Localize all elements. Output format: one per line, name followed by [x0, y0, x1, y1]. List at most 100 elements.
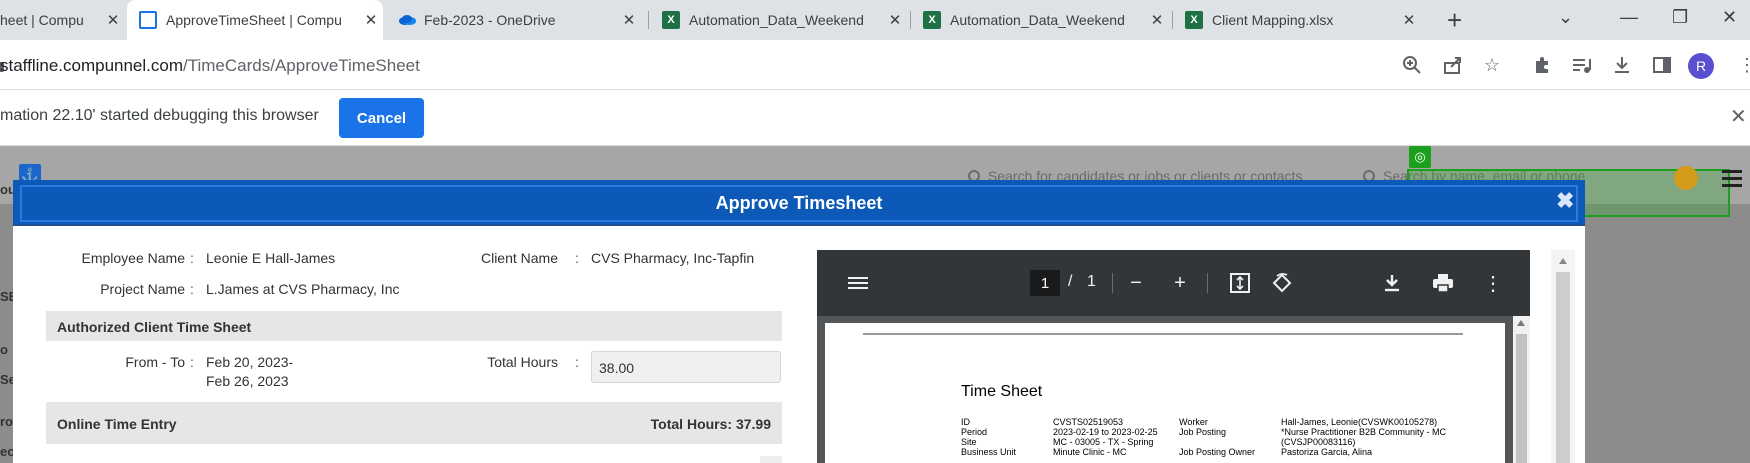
- pdf-document-title: Time Sheet: [961, 383, 1043, 400]
- project-name-value: L.James at CVS Pharmacy, Inc: [206, 281, 400, 297]
- browser-tab[interactable]: X Automation_Data_Weekend ✕: [662, 0, 907, 40]
- tab-title: Automation_Data_Weekend: [950, 12, 1125, 28]
- browser-menu-icon[interactable]: ⋮: [1735, 53, 1750, 77]
- pdf-field-label: Business Unit: [961, 447, 1017, 457]
- zoom-in-icon[interactable]: +: [1168, 271, 1192, 295]
- browser-tab[interactable]: X Automation_Data_Weekend ✕: [923, 0, 1169, 40]
- close-tab-icon[interactable]: ✕: [1145, 11, 1169, 29]
- section-title: Authorized Client Time Sheet: [57, 319, 252, 335]
- new-tab-icon[interactable]: +: [1447, 6, 1462, 34]
- tab-separator: [648, 11, 649, 29]
- from-to-label: From - To: [125, 354, 185, 370]
- excel-icon: X: [1185, 11, 1203, 29]
- debugging-message: mation 22.10' started debugging this bro…: [0, 107, 319, 124]
- download-icon[interactable]: [1610, 53, 1634, 77]
- close-infobar-icon[interactable]: ✕: [1730, 104, 1747, 129]
- debugging-info-bar: mation 22.10' started debugging this bro…: [0, 90, 1750, 146]
- share-icon[interactable]: [1441, 53, 1465, 77]
- modal-header: Approve Timesheet ✖: [13, 180, 1585, 226]
- zoom-out-icon[interactable]: −: [1124, 271, 1148, 295]
- pdf-scrollbar[interactable]: [1513, 316, 1530, 463]
- close-tab-icon[interactable]: ✕: [617, 11, 641, 29]
- tab-separator: [910, 11, 911, 29]
- online-time-entry-section: Online Time Entry Total Hours: 37.99: [46, 402, 782, 444]
- pdf-field-label: Job Posting Owner: [1179, 447, 1256, 457]
- browser-tab-strip: heet | Compu ✕ ApproveTimeSheet | Compu …: [0, 0, 1750, 40]
- browser-tab-active[interactable]: ApproveTimeSheet | Compu ✕: [127, 0, 383, 40]
- pdf-field-value: Hall-James, Leonie(CVSWK00105278): [1281, 417, 1438, 427]
- address-bar: staffline.compunnel.com/TimeCards/Approv…: [0, 40, 1750, 90]
- hamburger-menu-icon[interactable]: [1722, 170, 1742, 191]
- print-icon[interactable]: [1431, 271, 1455, 295]
- pdf-field-value: 2023-02-19 to 2023-02-25: [1053, 427, 1158, 437]
- bookmark-star-icon[interactable]: ☆: [1480, 53, 1504, 77]
- side-panel-icon[interactable]: [1650, 53, 1674, 77]
- fit-page-icon[interactable]: [1228, 271, 1252, 295]
- collapsed-control: [760, 456, 782, 463]
- onedrive-icon: [397, 11, 416, 29]
- pdf-total-pages: 1: [1087, 273, 1096, 290]
- pdf-field-value: Minute Clinic - MC: [1053, 447, 1127, 457]
- zoom-icon[interactable]: [1400, 53, 1424, 77]
- colon: :: [190, 250, 194, 266]
- url-field[interactable]: staffline.compunnel.com/TimeCards/Approv…: [0, 56, 420, 76]
- pdf-page-rule: [863, 333, 1463, 335]
- total-hours-field[interactable]: 38.00: [591, 351, 781, 383]
- pdf-menu-icon[interactable]: [846, 271, 870, 295]
- pdf-scrollbar-thumb[interactable]: [1516, 334, 1527, 463]
- sign-in-icon[interactable]: [1674, 166, 1698, 190]
- cancel-debugging-button[interactable]: Cancel: [339, 98, 424, 138]
- pdf-field-label: Site: [961, 437, 977, 447]
- total-hours-label: Total Hours: [487, 354, 558, 370]
- pdf-field-value: CVSTS02519053: [1053, 417, 1124, 427]
- scroll-up-arrow-icon[interactable]: [1517, 320, 1525, 326]
- pdf-page-separator: /: [1068, 273, 1073, 290]
- tab-title: ApproveTimeSheet | Compu: [166, 12, 342, 28]
- modal-title: Approve Timesheet: [715, 193, 883, 213]
- close-tab-icon[interactable]: ✕: [101, 11, 125, 29]
- tab-title: Client Mapping.xlsx: [1212, 12, 1334, 28]
- project-name-label: Project Name: [100, 281, 185, 297]
- rotate-icon[interactable]: [1270, 271, 1294, 295]
- colon: :: [575, 354, 579, 370]
- browser-tab[interactable]: Feb-2023 - OneDrive ✕: [397, 0, 641, 40]
- minimize-icon[interactable]: —: [1620, 7, 1638, 28]
- client-name-value: CVS Pharmacy, Inc-Tapfin: [591, 250, 755, 266]
- target-icon: ◎: [1409, 146, 1431, 168]
- extensions-icon[interactable]: [1530, 53, 1554, 77]
- media-control-icon[interactable]: [1570, 53, 1594, 77]
- to-date-value: Feb 26, 2023: [206, 373, 289, 389]
- pdf-field-label: Period: [961, 427, 988, 437]
- close-window-icon[interactable]: ✕: [1722, 7, 1737, 28]
- section-title: Online Time Entry: [57, 416, 177, 432]
- toolbar-divider: [1112, 273, 1113, 293]
- pdf-page-input[interactable]: 1: [1030, 270, 1060, 296]
- pdf-more-icon[interactable]: ⋮: [1481, 271, 1505, 295]
- scroll-up-arrow-icon[interactable]: [1559, 258, 1567, 264]
- pdf-download-icon[interactable]: [1380, 271, 1404, 295]
- pdf-field-value: Pastoriza Garcia, Alina: [1281, 447, 1373, 457]
- close-modal-icon[interactable]: ✖: [1556, 188, 1574, 214]
- excel-icon: X: [923, 11, 941, 29]
- modal-scrollbar[interactable]: [1551, 250, 1575, 463]
- modal-scrollbar-thumb[interactable]: [1556, 272, 1570, 463]
- close-tab-icon[interactable]: ✕: [883, 11, 907, 29]
- pdf-field-label: ID: [961, 417, 970, 427]
- employee-name-label: Employee Name: [81, 250, 186, 266]
- pdf-viewer: 1 / 1 − + ⋮ Time Sheet ID CVSTS02519053 …: [817, 250, 1530, 463]
- colon: :: [575, 250, 579, 266]
- employee-name-value: Leonie E Hall-James: [206, 250, 336, 266]
- browser-tab[interactable]: X Client Mapping.xlsx ✕: [1185, 0, 1421, 40]
- sidebar-fragment: ro: [0, 414, 13, 429]
- tab-title: heet | Compu: [0, 12, 84, 28]
- tab-search-chevron-icon[interactable]: ⌄: [1558, 7, 1573, 28]
- restore-icon[interactable]: ❐: [1672, 7, 1688, 28]
- pdf-field-value: (CVSJP00083116): [1281, 437, 1356, 447]
- close-tab-icon[interactable]: ✕: [1397, 11, 1421, 29]
- url-path: /TimeCards/ApproveTimeSheet: [183, 56, 420, 75]
- close-tab-icon[interactable]: ✕: [359, 11, 383, 29]
- tab-separator: [1172, 11, 1173, 29]
- online-total-hours: Total Hours: 37.99: [650, 416, 771, 432]
- browser-tab[interactable]: heet | Compu ✕: [0, 0, 125, 40]
- profile-avatar[interactable]: R: [1688, 53, 1714, 79]
